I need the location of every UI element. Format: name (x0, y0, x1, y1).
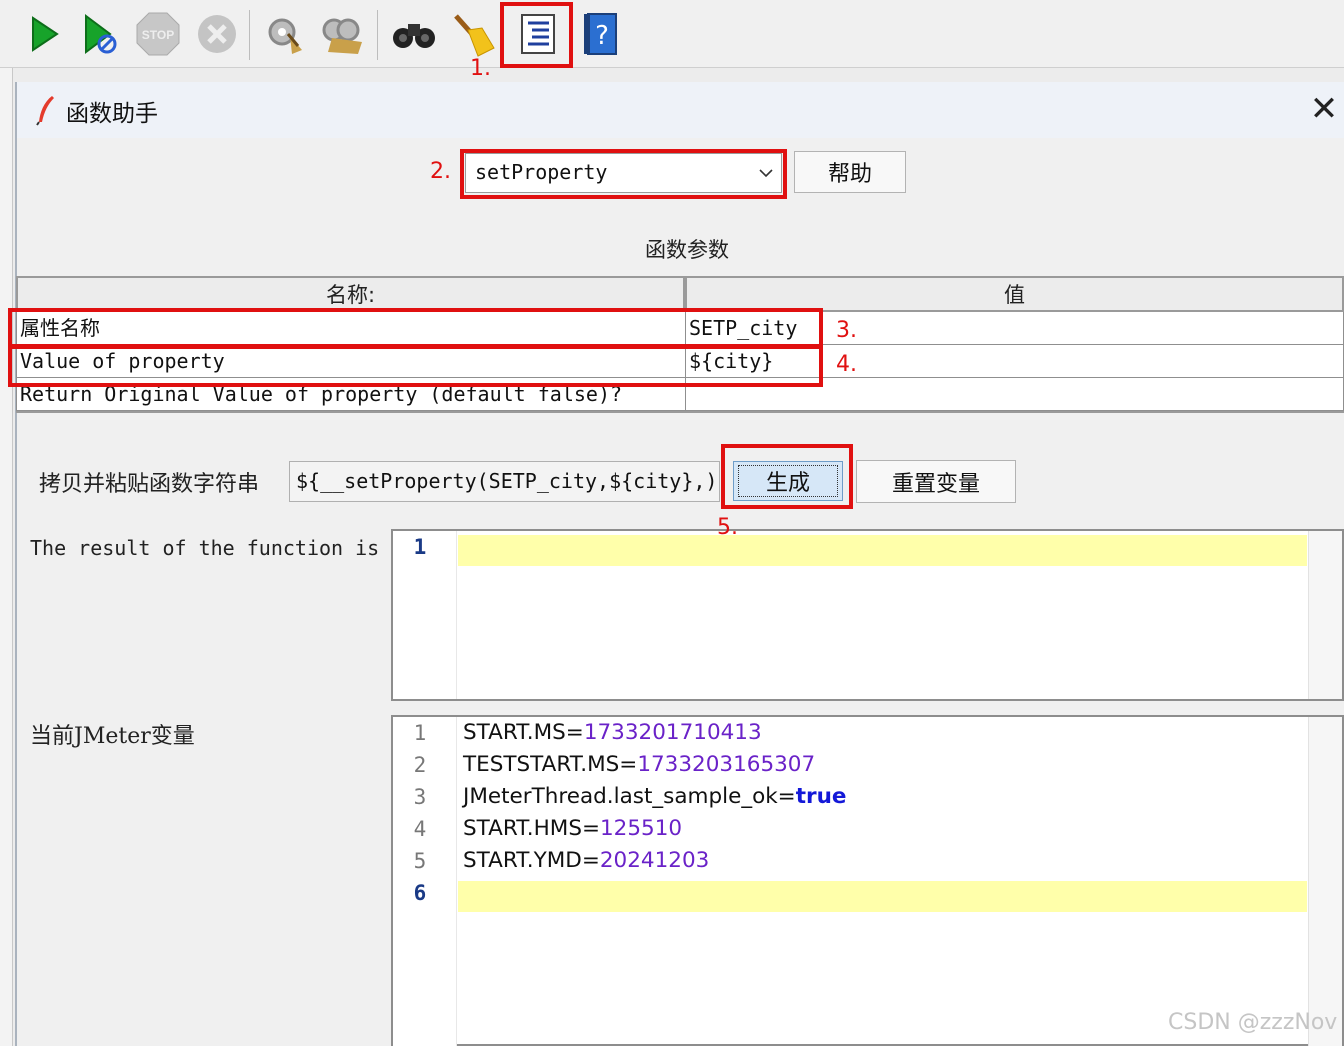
dialog-title: 函数助手 (66, 101, 158, 127)
annotation-number: 5. (717, 515, 738, 540)
annotation-number: 4. (836, 352, 857, 377)
annotation-number: 2. (430, 159, 451, 184)
feather-icon (34, 94, 58, 126)
close-icon[interactable]: ✕ (1308, 92, 1340, 126)
variable-key: START.MS= (463, 720, 584, 745)
variable-line: START.HMS=125510 (463, 816, 682, 841)
variable-line: TESTSTART.MS=1733203165307 (463, 752, 815, 777)
table-bottom-border (16, 411, 1344, 413)
line-number: 5 (413, 849, 427, 873)
variable-value: 125510 (600, 816, 683, 841)
variable-value: true (795, 784, 847, 809)
column-header-name[interactable]: 名称: (16, 276, 685, 312)
stop-icon[interactable]: STOP (134, 8, 182, 60)
variable-line: START.MS=1733201710413 (463, 720, 762, 745)
toolbar: STOP ? (0, 0, 1344, 68)
column-header-value[interactable]: 值 (685, 276, 1344, 312)
variable-value: 1733203165307 (637, 752, 816, 777)
annotation-box (460, 149, 787, 199)
annotation-box (8, 345, 823, 387)
watermark: CSDN @zzzNov (1168, 1010, 1338, 1035)
line-number: 3 (413, 785, 427, 809)
annotation-number: 3. (836, 318, 857, 343)
annotation-box (721, 444, 853, 509)
copy-paste-label: 拷贝并粘贴函数字符串 (39, 472, 260, 497)
function-string-field[interactable]: ${__setProperty(SETP_city,${city},)} (289, 461, 720, 502)
line-number: 2 (413, 753, 427, 777)
start-no-pause-icon[interactable] (76, 8, 124, 60)
toolbar-separator (377, 10, 378, 60)
variable-value: 1733201710413 (583, 720, 762, 745)
annotation-number: 1. (470, 56, 491, 81)
toolbar-separator (249, 10, 250, 60)
line-number: 1 (413, 535, 427, 559)
annotation-box (500, 2, 573, 68)
jmeter-variables-label: 当前JMeter变量 (30, 724, 195, 749)
current-line-highlight (458, 881, 1307, 912)
result-label: The result of the function is (30, 536, 380, 560)
annotation-box (8, 308, 823, 348)
line-number: 4 (413, 817, 427, 841)
variable-key: JMeterThread.last_sample_ok= (463, 784, 796, 809)
line-number: 6 (413, 881, 427, 905)
reset-variables-button[interactable]: 重置变量 (856, 460, 1016, 503)
variable-line: START.YMD=20241203 (463, 848, 709, 873)
svg-text:?: ? (595, 21, 609, 51)
vertical-scrollbar[interactable] (1308, 717, 1342, 1046)
help-book-icon[interactable]: ? (576, 8, 624, 60)
clear-icon[interactable] (260, 8, 308, 60)
vertical-scrollbar[interactable] (1308, 531, 1342, 699)
line-number: 1 (413, 721, 427, 745)
shutdown-icon[interactable] (193, 8, 241, 60)
svg-text:STOP: STOP (142, 28, 174, 42)
variable-key: START.HMS= (463, 816, 600, 841)
left-panel-edge (0, 68, 13, 1046)
dialog-titlebar (17, 82, 1344, 138)
variable-key: TESTSTART.MS= (463, 752, 638, 777)
start-icon[interactable] (20, 8, 68, 60)
clear-all-icon[interactable] (318, 8, 366, 60)
search-binoculars-icon[interactable] (390, 8, 438, 60)
variable-line: JMeterThread.last_sample_ok=true (463, 784, 846, 809)
help-button[interactable]: 帮助 (794, 151, 906, 193)
params-label: 函数参数 (645, 238, 729, 262)
reset-search-broom-icon[interactable] (448, 8, 496, 60)
variable-key: START.YMD= (463, 848, 600, 873)
current-line-highlight (458, 535, 1307, 566)
variable-value: 20241203 (599, 848, 710, 873)
